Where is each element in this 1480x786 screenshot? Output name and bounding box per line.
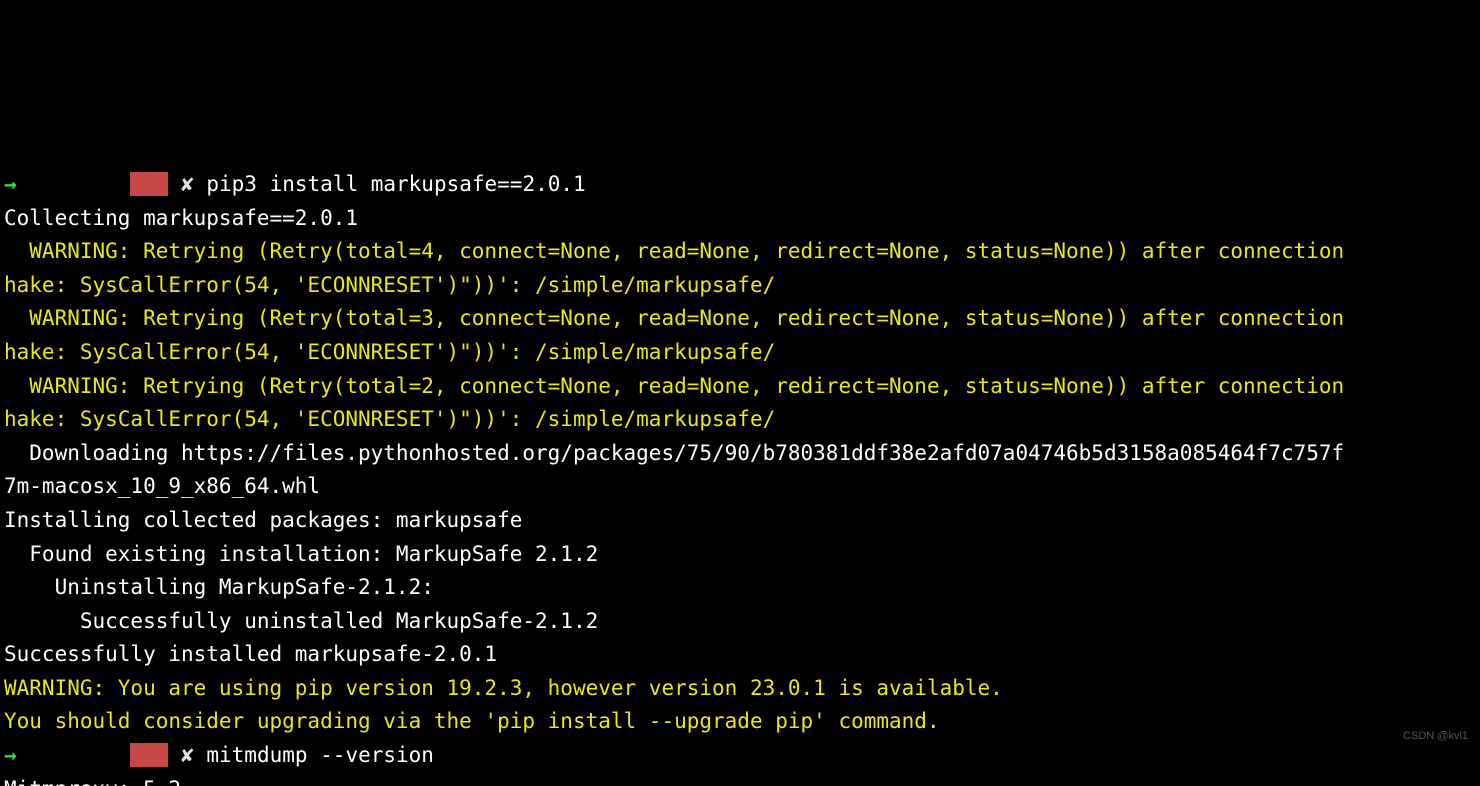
- prompt-host-red: [130, 743, 168, 767]
- x-icon: ✘: [181, 743, 194, 767]
- output-found: Found existing installation: MarkupSafe …: [4, 542, 598, 566]
- output-warning-2a: WARNING: Retrying (Retry(total=3, connec…: [4, 306, 1344, 330]
- watermark: CSDN @kvl1: [1403, 728, 1468, 746]
- output-warning-1a: WARNING: Retrying (Retry(total=4, connec…: [4, 239, 1344, 263]
- prompt-arrow-icon: →: [4, 172, 17, 196]
- prompt-host-hidden: ~/u: [42, 172, 131, 196]
- output-installing: Installing collected packages: markupsaf…: [4, 508, 522, 532]
- terminal-output[interactable]: → ~/u ✘ pip3 install markupsafe==2.0.1 C…: [0, 168, 1480, 786]
- output-download-1: Downloading https://files.pythonhosted.o…: [4, 441, 1344, 465]
- version-mitmproxy: Mitmproxy: 5.2: [4, 777, 181, 786]
- x-icon: ✘: [181, 172, 194, 196]
- output-warning-1b: hake: SysCallError(54, 'ECONNRESET')"))'…: [4, 273, 775, 297]
- output-download-2: 7m-macosx_10_9_x86_64.whl: [4, 474, 320, 498]
- output-uninstalling: Uninstalling MarkupSafe-2.1.2:: [4, 575, 434, 599]
- output-warning-2b: hake: SysCallError(54, 'ECONNRESET')"))'…: [4, 340, 775, 364]
- output-uninstalled: Successfully uninstalled MarkupSafe-2.1.…: [4, 609, 598, 633]
- prompt-host-red: [130, 172, 168, 196]
- output-success: Successfully installed markupsafe-2.0.1: [4, 642, 497, 666]
- command-1: pip3 install markupsafe==2.0.1: [206, 172, 585, 196]
- prompt-line-2: → ~/u ✘ mitmdump --version: [4, 743, 434, 767]
- output-warning-3a: WARNING: Retrying (Retry(total=2, connec…: [4, 374, 1344, 398]
- prompt-host-hidden: ~/u: [42, 743, 131, 767]
- output-collecting: Collecting markupsafe==2.0.1: [4, 206, 358, 230]
- output-pip-warning-1: WARNING: You are using pip version 19.2.…: [4, 676, 1003, 700]
- command-2: mitmdump --version: [206, 743, 434, 767]
- prompt-arrow-icon: →: [4, 743, 17, 767]
- prompt-line-1: → ~/u ✘ pip3 install markupsafe==2.0.1: [4, 172, 586, 196]
- output-warning-3b: hake: SysCallError(54, 'ECONNRESET')"))'…: [4, 407, 775, 431]
- output-pip-warning-2: You should consider upgrading via the 'p…: [4, 709, 940, 733]
